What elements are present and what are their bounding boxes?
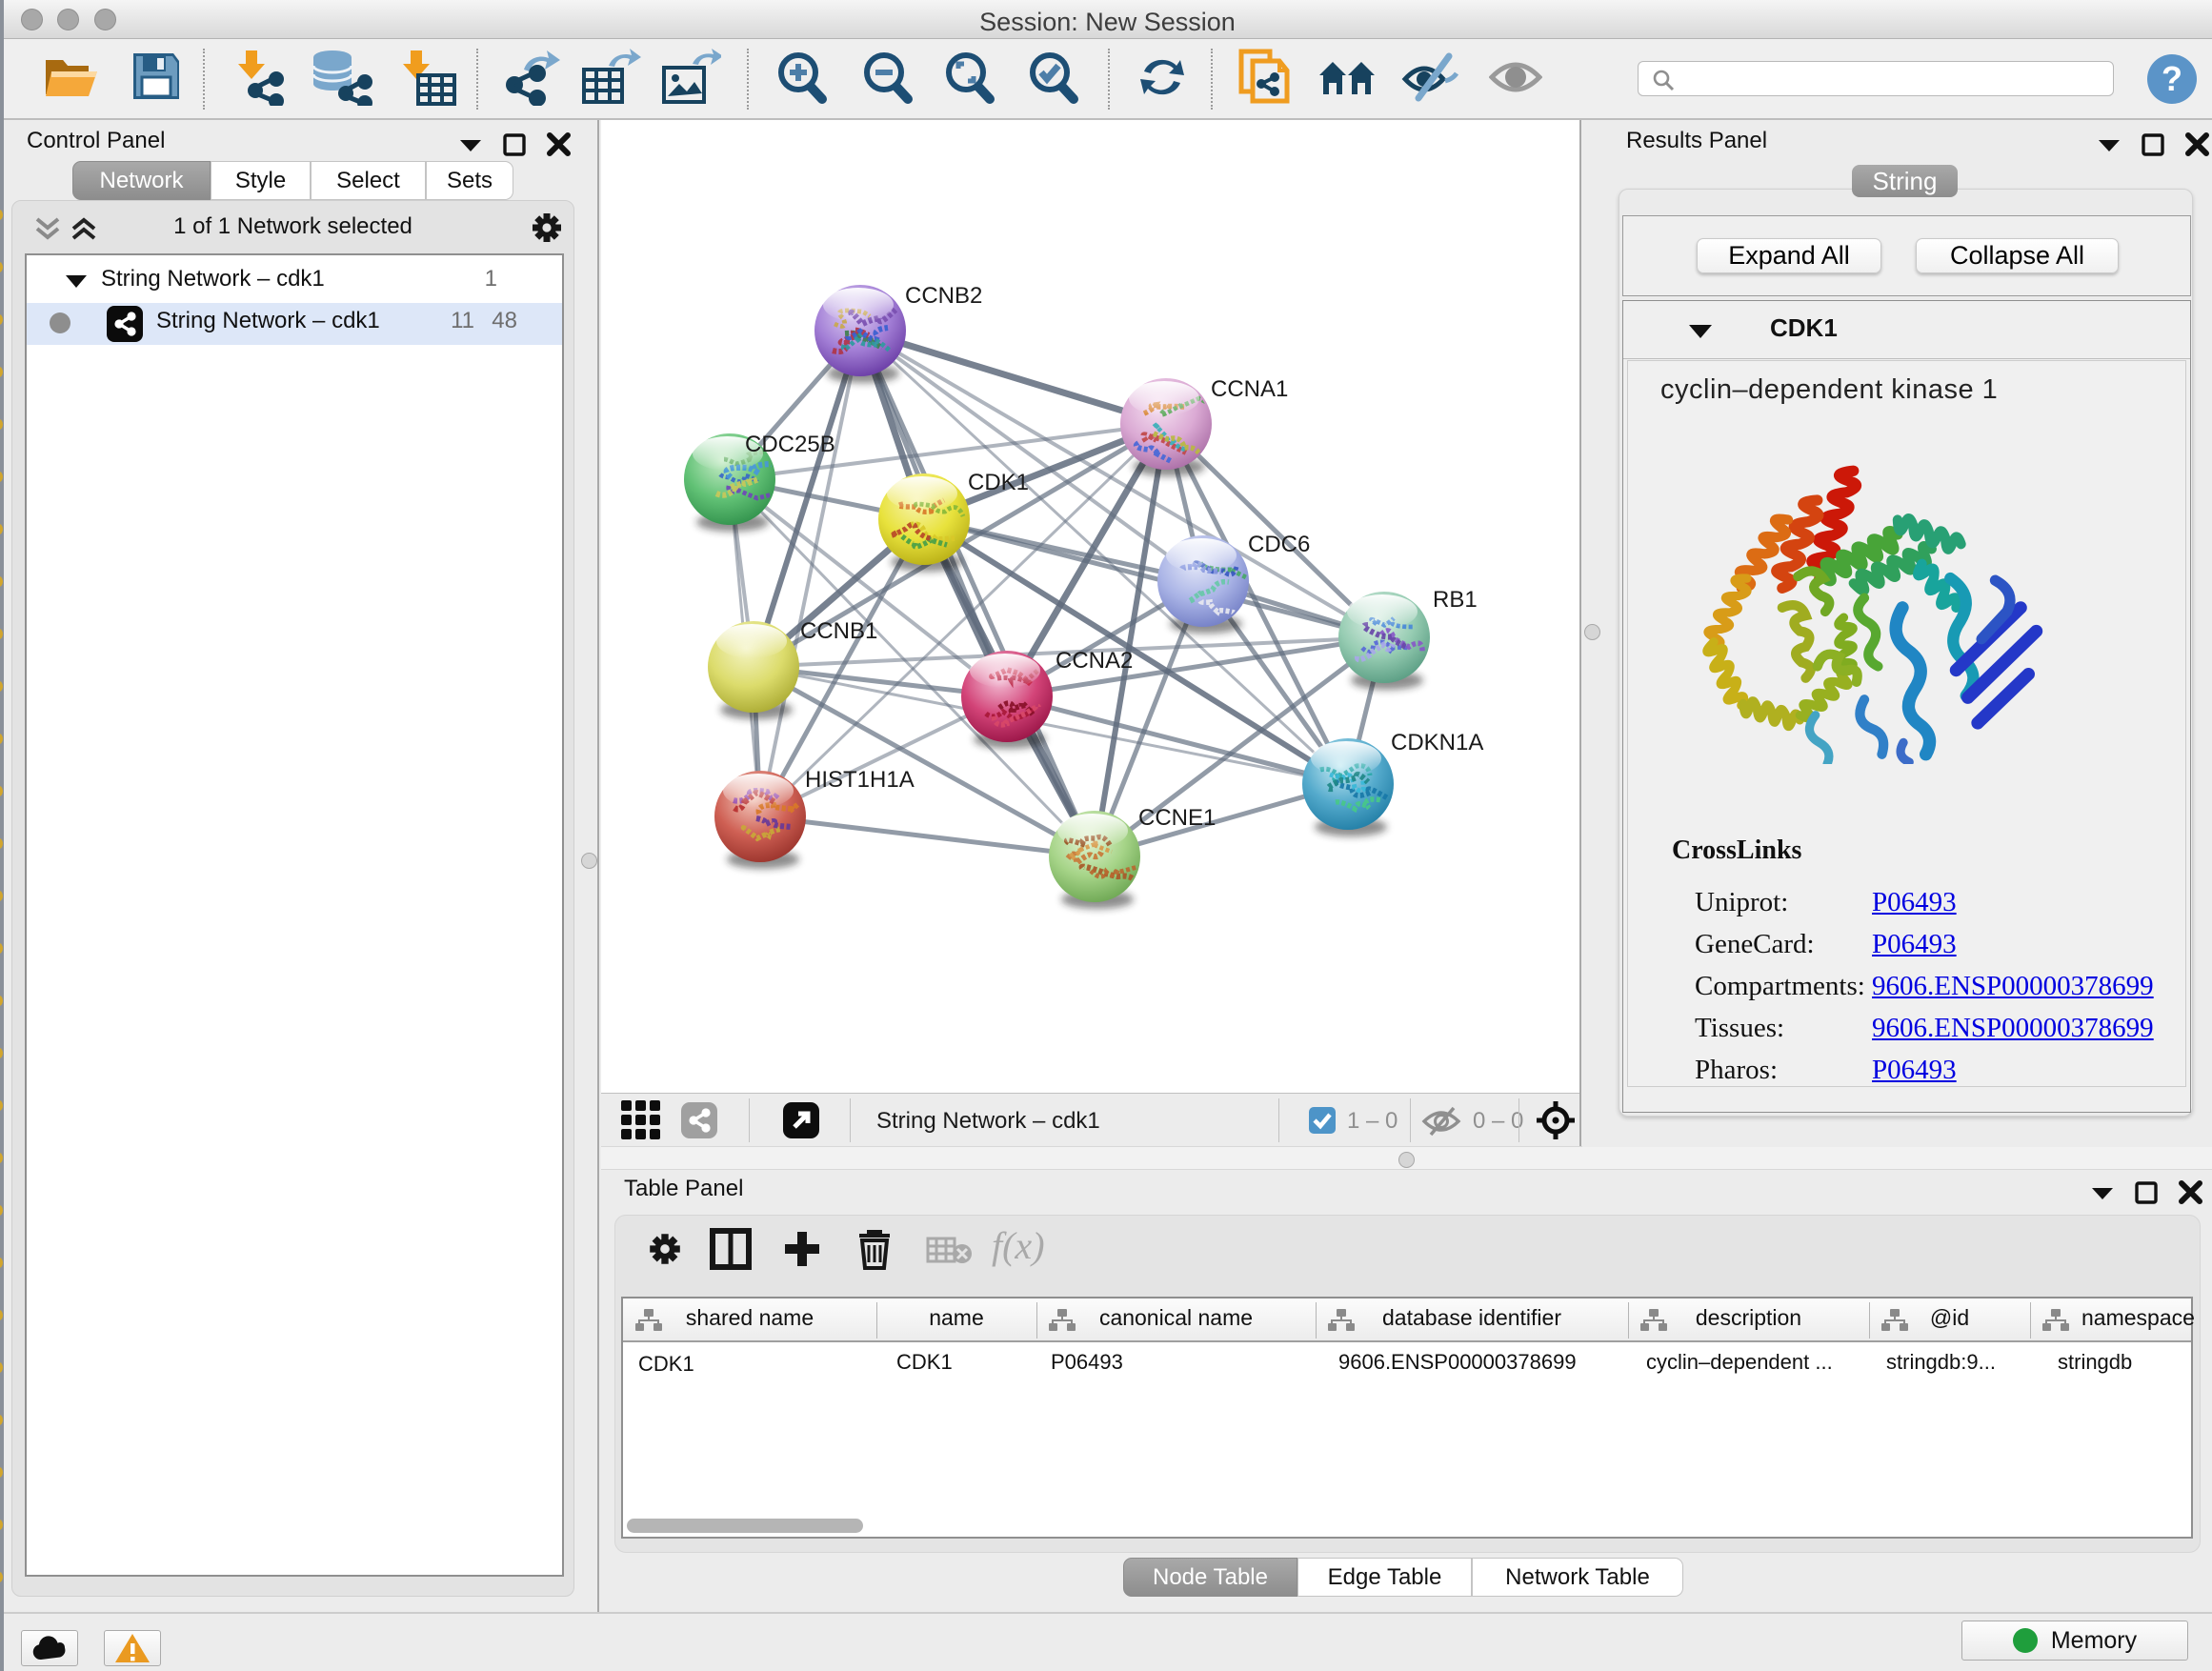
svg-text:CCNA1: CCNA1: [1211, 376, 1288, 402]
svg-text:CDC6: CDC6: [1248, 532, 1310, 557]
svg-text:?: ?: [2162, 59, 2182, 98]
svg-text:CCNB1: CCNB1: [800, 618, 877, 644]
svg-text:CDKN1A: CDKN1A: [1391, 730, 1483, 755]
svg-text:CCNA2: CCNA2: [1056, 648, 1133, 674]
svg-text:HIST1H1A: HIST1H1A: [805, 767, 915, 793]
svg-text:CDK1: CDK1: [968, 470, 1029, 495]
svg-text:RB1: RB1: [1433, 587, 1478, 613]
svg-text:CDC25B: CDC25B: [745, 432, 835, 457]
svg-text:CCNE1: CCNE1: [1138, 805, 1216, 831]
svg-text:CCNB2: CCNB2: [905, 283, 982, 309]
